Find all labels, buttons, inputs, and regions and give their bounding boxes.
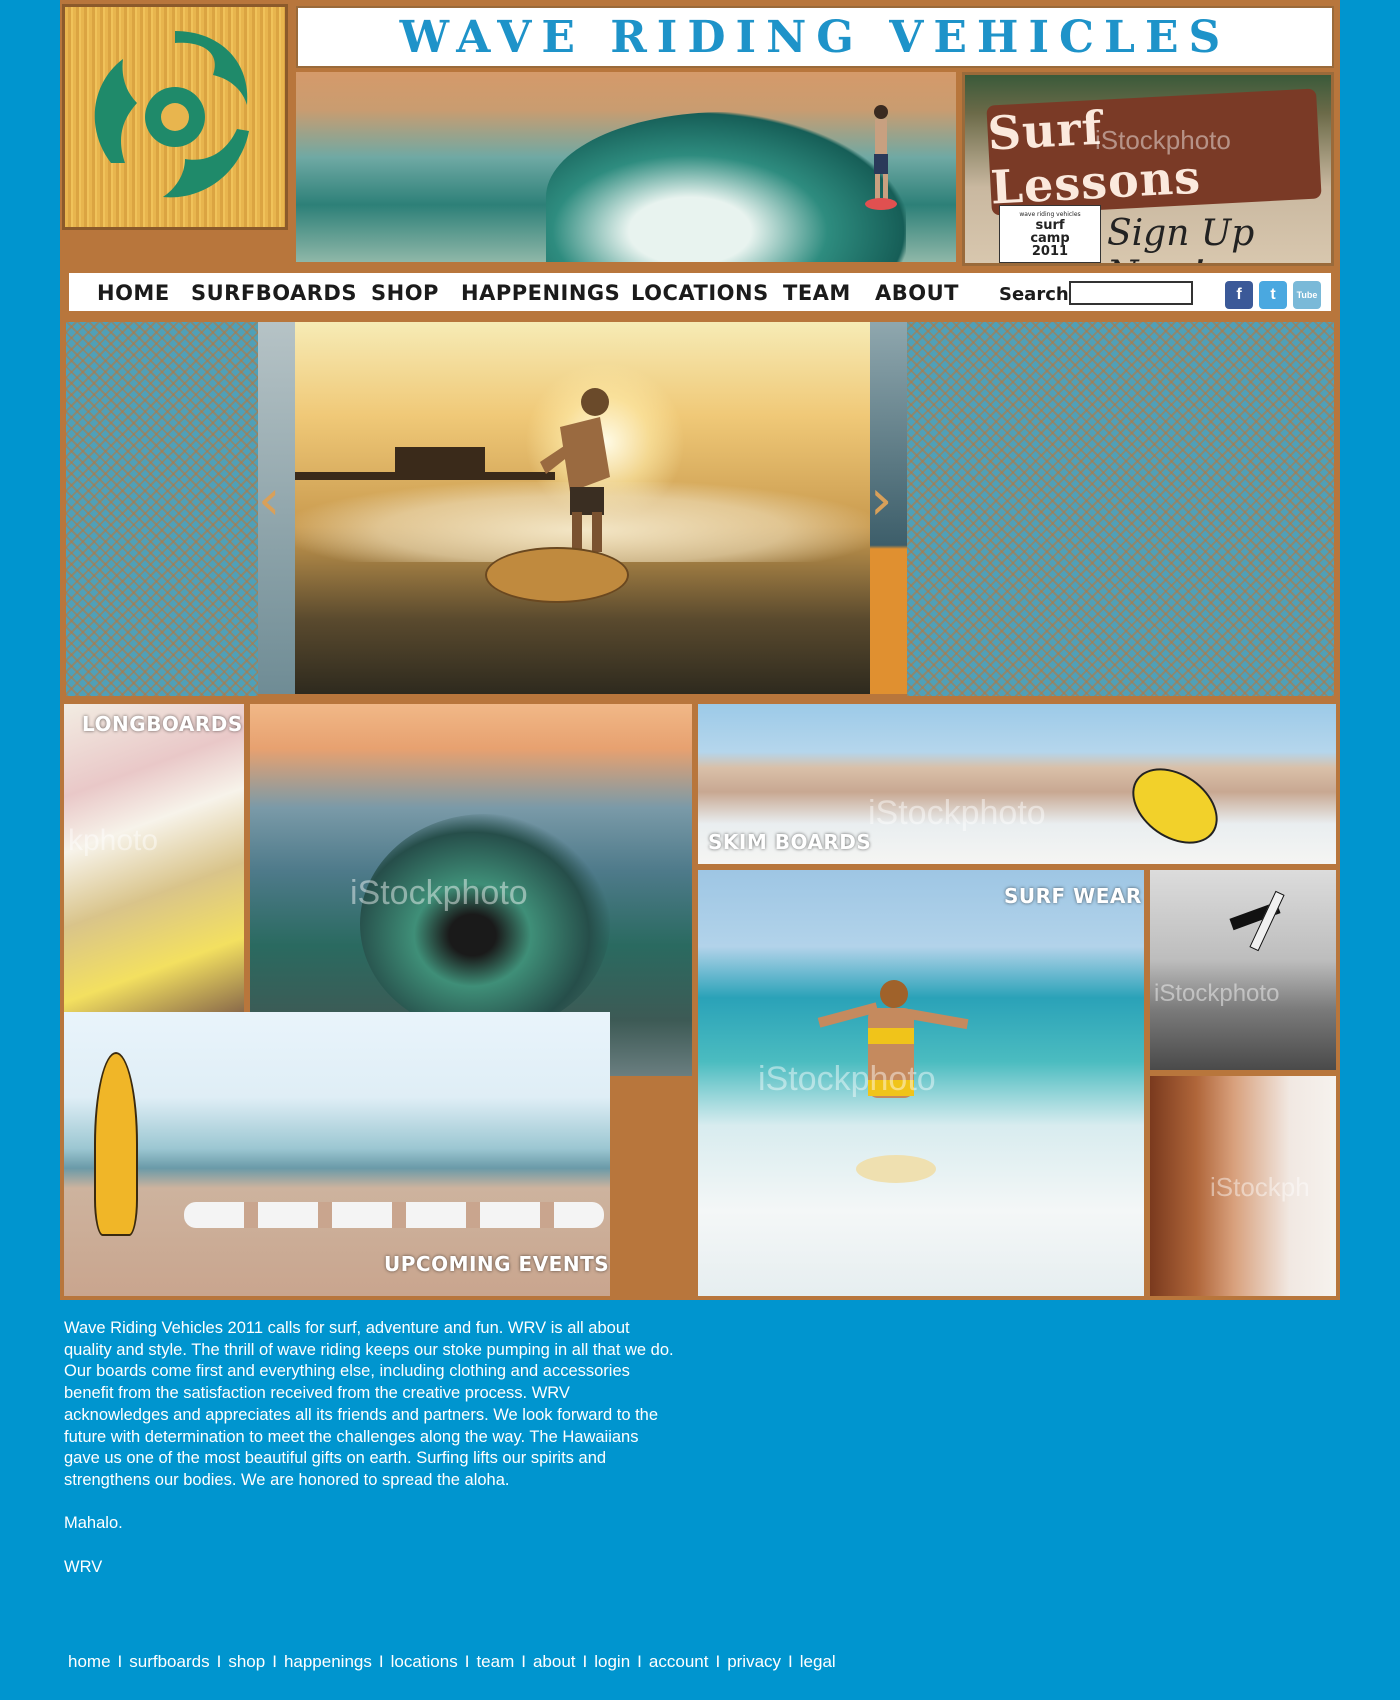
footer-link-about[interactable]: about bbox=[533, 1652, 576, 1671]
footer-links: home Isurfboards Ishop Ihappenings Ilocation… bbox=[68, 1652, 836, 1672]
aerial-watermark: iStockphoto bbox=[1154, 980, 1280, 1007]
sunset-surfer-figure bbox=[540, 388, 610, 552]
footer-separator: I bbox=[272, 1652, 277, 1671]
footer-link-shop[interactable]: shop bbox=[228, 1652, 265, 1671]
chevron-left-icon[interactable]: ‹ bbox=[258, 468, 280, 533]
nav-surfboards[interactable]: Surfboards bbox=[191, 281, 357, 305]
tile-label-skim-boards: Skim Boards bbox=[708, 830, 872, 854]
standing-surfboard bbox=[94, 1052, 138, 1236]
aerial-surfer-figure bbox=[1220, 890, 1290, 952]
footer-link-login[interactable]: login bbox=[594, 1652, 630, 1671]
chevron-right-icon[interactable]: › bbox=[870, 468, 892, 533]
nav-home[interactable]: Home bbox=[97, 281, 170, 305]
footer-link-home[interactable]: home bbox=[68, 1652, 111, 1671]
short-boards-watermark: iStockphoto bbox=[350, 874, 528, 912]
nav-about[interactable]: About bbox=[875, 281, 959, 305]
footer-separator: I bbox=[582, 1652, 588, 1671]
tile-aerial-photo[interactable]: iStockphoto bbox=[1150, 870, 1336, 1070]
footer-separator: I bbox=[117, 1652, 123, 1671]
skim-boards-watermark: iStockphoto bbox=[868, 794, 1046, 832]
slider-mesh-left bbox=[66, 322, 258, 696]
longboards-watermark: kphoto bbox=[68, 824, 159, 857]
search-input[interactable] bbox=[1069, 281, 1193, 305]
footer-separator: I bbox=[521, 1652, 526, 1671]
footer-link-surfboards[interactable]: surfboards bbox=[129, 1652, 209, 1671]
footer-separator: I bbox=[216, 1652, 222, 1671]
intro-signature: WRV bbox=[64, 1557, 103, 1576]
wave-curl bbox=[546, 112, 906, 262]
footer-separator: I bbox=[637, 1652, 642, 1671]
surf-camp-badge-line1: surf bbox=[1035, 217, 1065, 233]
twitter-icon[interactable]: t bbox=[1259, 281, 1287, 309]
site-logo[interactable] bbox=[62, 4, 288, 230]
tile-surf-wear-model[interactable]: iStockph bbox=[1150, 1076, 1336, 1296]
surf-wear-watermark: iStockphoto bbox=[758, 1060, 936, 1098]
surfer-figure bbox=[865, 105, 897, 210]
facebook-icon[interactable]: f bbox=[1225, 281, 1253, 309]
surfboard bbox=[485, 547, 629, 603]
footer-separator: I bbox=[788, 1652, 793, 1671]
footer-separator: I bbox=[715, 1652, 721, 1671]
wave-logo-icon bbox=[94, 31, 249, 198]
boards-on-sand bbox=[184, 1202, 604, 1228]
nav-shop[interactable]: Shop bbox=[371, 281, 439, 305]
sign-up-now-link[interactable]: Sign Up Now! bbox=[1107, 213, 1331, 263]
tile-label-longboards: Longboards bbox=[82, 712, 243, 736]
tile-longboards[interactable]: Longboards kphoto bbox=[64, 704, 244, 1012]
tile-surf-wear[interactable]: iStockphoto Surf Wear bbox=[698, 870, 1144, 1296]
nav-team[interactable]: Team bbox=[783, 281, 851, 305]
skim-board bbox=[1118, 752, 1232, 860]
nav-happenings[interactable]: Happenings bbox=[461, 281, 620, 305]
surf-lessons-promo[interactable]: Surf Lessons wave riding vehicles surf c… bbox=[962, 72, 1334, 266]
model-watermark: iStockph bbox=[1210, 1172, 1310, 1202]
intro-text: Wave Riding Vehicles 2011 calls for surf… bbox=[64, 1318, 674, 1600]
hero-slider: ‹ › bbox=[62, 318, 1338, 698]
surf-camp-badge-year: 2011 bbox=[1031, 243, 1069, 259]
barrel-wave bbox=[360, 814, 610, 1034]
footer-link-locations[interactable]: locations bbox=[391, 1652, 458, 1671]
tile-skim-boards[interactable]: iStockphoto Skim Boards bbox=[698, 704, 1336, 864]
nav-locations[interactable]: Locations bbox=[631, 281, 769, 305]
intro-signoff: Mahalo. bbox=[64, 1514, 123, 1533]
tile-label-surf-wear: Surf Wear bbox=[1004, 884, 1142, 908]
pier-hut bbox=[395, 447, 485, 475]
footer-link-team[interactable]: team bbox=[476, 1652, 514, 1671]
tile-upcoming-events[interactable]: Upcoming Events bbox=[64, 1012, 610, 1296]
youtube-icon[interactable]: Tube bbox=[1293, 281, 1321, 309]
footer-link-privacy[interactable]: privacy bbox=[727, 1652, 781, 1671]
footer-link-account[interactable]: account bbox=[649, 1652, 709, 1671]
surf-camp-badge: wave riding vehicles surf camp 2011 bbox=[999, 205, 1101, 263]
search-label: Search bbox=[999, 284, 1069, 305]
surf-camp-badge-line2: camp bbox=[1030, 230, 1070, 246]
slider-mesh-right bbox=[907, 322, 1334, 696]
header-surf-photo bbox=[296, 72, 956, 262]
footer-link-happenings[interactable]: happenings bbox=[284, 1652, 372, 1671]
footer-separator: I bbox=[464, 1652, 470, 1671]
youtube-icon-label: Tube bbox=[1296, 290, 1318, 300]
main-navigation: Home Surfboards Shop Happenings Location… bbox=[66, 270, 1334, 314]
intro-paragraph: Wave Riding Vehicles 2011 calls for surf… bbox=[64, 1319, 674, 1489]
footer-link-legal[interactable]: legal bbox=[800, 1652, 836, 1671]
site-title: Wave Riding Vehicles bbox=[399, 11, 1231, 63]
footer-separator: I bbox=[378, 1652, 384, 1671]
promo-watermark: iStockphoto bbox=[1095, 125, 1231, 155]
slider-main-image bbox=[295, 322, 870, 694]
site-title-banner: Wave Riding Vehicles bbox=[296, 6, 1334, 68]
tile-label-upcoming-events: Upcoming Events bbox=[384, 1252, 610, 1276]
